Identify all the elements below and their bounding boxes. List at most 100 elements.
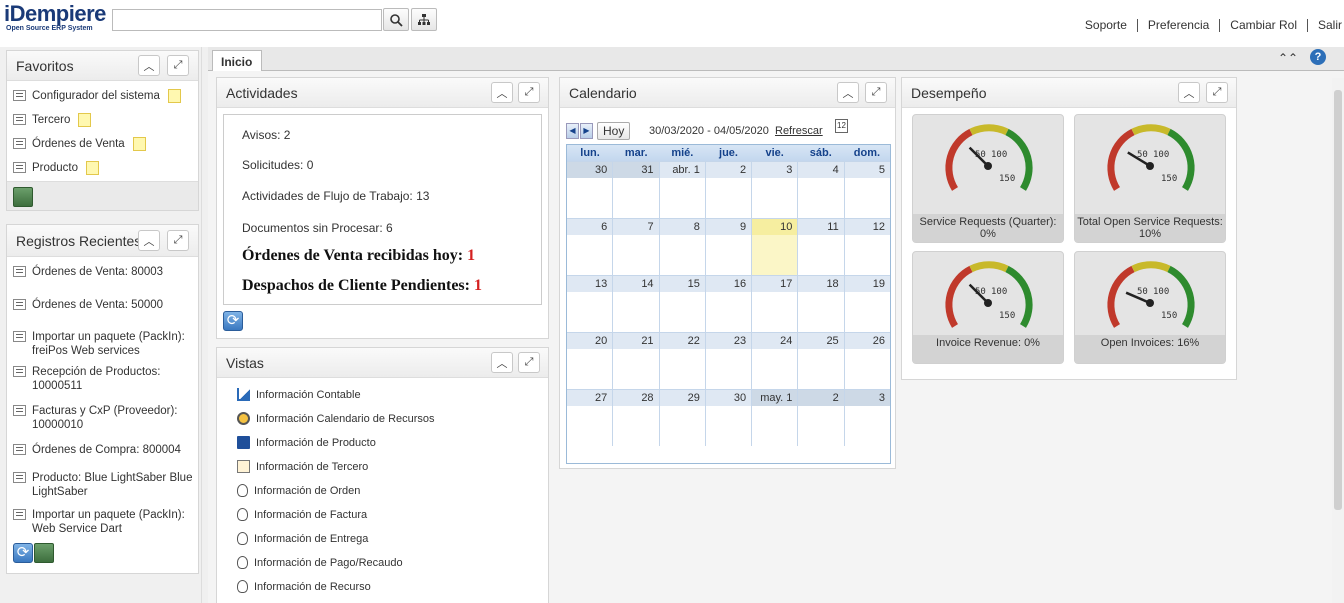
calendar-day-cell[interactable]: 12 (843, 219, 890, 275)
calendar-day-cell[interactable]: may. 1 (751, 390, 798, 446)
idempiere-logo[interactable]: iDempiere Open Source ERP System (4, 3, 106, 33)
calendar-day-cell[interactable]: 19 (843, 276, 890, 332)
favorites-maximize-button[interactable]: ⤢ (167, 55, 189, 76)
recent-item[interactable]: Órdenes de Compra: 800004 (13, 439, 195, 465)
view-shipment-info[interactable]: Información de Entrega (237, 532, 368, 545)
sitemap-button[interactable] (411, 8, 437, 31)
refresh-icon[interactable]: ⟳ (223, 311, 243, 331)
link-preferencia[interactable]: Preferencia (1136, 19, 1219, 32)
performance-gauge[interactable]: 50 100 150 Invoice Revenue: 0% (912, 251, 1064, 364)
view-resource-calendar-info[interactable]: Información Calendario de Recursos (237, 412, 435, 425)
calendar-day-cell[interactable]: 11 (797, 219, 844, 275)
link-soporte[interactable]: Soporte (1075, 19, 1137, 32)
calendar-day-cell[interactable]: 30 (567, 162, 613, 218)
performance-collapse-button[interactable]: ︿ (1178, 82, 1200, 103)
collapse-all-icon[interactable]: ⌃⌃ (1278, 51, 1298, 65)
calendar-day-cell[interactable]: 25 (797, 333, 844, 389)
calendar-day-cell[interactable]: abr. 1 (658, 162, 705, 218)
views-collapse-button[interactable]: ︿ (491, 352, 513, 373)
calendar-day-cell[interactable]: 18 (797, 276, 844, 332)
recent-item[interactable]: Órdenes de Venta: 50000 (13, 298, 195, 322)
trash-icon[interactable] (13, 187, 33, 207)
calendar-day-cell[interactable]: 26 (843, 333, 890, 389)
calendar-day-cell[interactable]: 3 (843, 390, 890, 446)
workflow-link[interactable]: Actividades de Flujo de Trabajo: 13 (242, 189, 429, 203)
calendar-day-cell[interactable]: 29 (658, 390, 705, 446)
calendar-day-cell[interactable]: 27 (567, 390, 613, 446)
calendar-day-cell[interactable]: 4 (797, 162, 844, 218)
calendar-day-cell[interactable]: 7 (612, 219, 659, 275)
calendar-next-button[interactable]: ▶ (580, 123, 593, 139)
calendar-day-cell[interactable]: 22 (658, 333, 705, 389)
link-cambiar-rol[interactable]: Cambiar Rol (1219, 19, 1307, 32)
view-product-info[interactable]: Información de Producto (237, 436, 376, 449)
activities-maximize-button[interactable]: ⤢ (518, 82, 540, 103)
performance-maximize-button[interactable]: ⤢ (1206, 82, 1228, 103)
calendar-day-cell[interactable]: 21 (612, 333, 659, 389)
calendar-day-cell[interactable]: 23 (704, 333, 752, 389)
view-invoice-info[interactable]: Información de Factura (237, 508, 367, 521)
calendar-day-cell[interactable]: 9 (704, 219, 752, 275)
calendar-day-cell[interactable]: 31 (612, 162, 659, 218)
avisos-link[interactable]: Avisos: 2 (242, 128, 290, 142)
performance-gauge[interactable]: 50 100 150 Open Invoices: 16% (1074, 251, 1226, 364)
solicitudes-link[interactable]: Solicitudes: 0 (242, 158, 313, 172)
favorite-item[interactable]: Órdenes de Venta (13, 137, 181, 161)
calendar-day-cell[interactable]: 2 (797, 390, 844, 446)
calendar-refresh-link[interactable]: Refrescar (775, 125, 823, 137)
calendar-icon[interactable]: 12 (835, 119, 848, 133)
calendar-day-cell[interactable]: 5 (843, 162, 890, 218)
view-payment-info[interactable]: Información de Pago/Recaudo (237, 556, 403, 569)
calendar-today-button[interactable]: Hoy (597, 122, 631, 140)
recent-item[interactable]: Facturas y CxP (Proveedor): 10000010 (13, 400, 195, 439)
favorite-item[interactable]: Configurador del sistema (13, 89, 181, 113)
performance-gauge[interactable]: 50 100 150 Total Open Service Requests: 10% (1074, 114, 1226, 243)
calendar-day-cell[interactable]: 3 (751, 162, 798, 218)
calendar-day-cell[interactable]: 13 (567, 276, 613, 332)
recent-item[interactable]: Importar un paquete (PackIn): Web Servic… (13, 504, 195, 543)
recent-item[interactable]: Órdenes de Venta: 80003 (13, 265, 195, 298)
calendar-prev-button[interactable]: ◀ (566, 123, 579, 139)
tab-inicio[interactable]: Inicio (212, 50, 262, 72)
view-accounting-info[interactable]: Información Contable (237, 388, 361, 401)
calendar-day-cell[interactable]: 17 (751, 276, 798, 332)
view-resource-info[interactable]: Información de Recurso (237, 580, 371, 593)
calendar-day-cell[interactable]: 10 (751, 219, 798, 275)
recent-item[interactable]: Importar un paquete (PackIn): freiPos We… (13, 322, 195, 361)
recent-item[interactable]: Producto: Blue LightSaber Blue LightSabe… (13, 465, 195, 504)
view-partner-info[interactable]: Información de Tercero (237, 460, 368, 473)
recent-item[interactable]: Recepción de Productos: 10000511 (13, 361, 195, 400)
calendar-day-cell[interactable]: 30 (704, 390, 752, 446)
calendar-day-cell[interactable]: 20 (567, 333, 613, 389)
main-scrollbar[interactable] (1332, 78, 1344, 603)
view-order-info[interactable]: Información de Orden (237, 484, 360, 497)
performance-gauge[interactable]: 50 100 150 Service Requests (Quarter): 0% (912, 114, 1064, 243)
recent-collapse-button[interactable]: ︿ (138, 230, 160, 251)
recent-maximize-button[interactable]: ⤢ (167, 230, 189, 251)
calendar-maximize-button[interactable]: ⤢ (865, 82, 887, 103)
calendar-day-cell[interactable]: 28 (612, 390, 659, 446)
refresh-icon[interactable]: ⟳ (13, 543, 33, 563)
activities-collapse-button[interactable]: ︿ (491, 82, 513, 103)
calendar-day-cell[interactable]: 16 (704, 276, 752, 332)
favorite-item[interactable]: Tercero (13, 113, 181, 137)
trash-icon[interactable] (34, 543, 54, 563)
favorites-collapse-button[interactable]: ︿ (138, 55, 160, 76)
scrollbar-thumb[interactable] (1334, 90, 1342, 510)
calendar-collapse-button[interactable]: ︿ (837, 82, 859, 103)
global-search-input[interactable] (112, 9, 382, 31)
help-icon[interactable]: ? (1310, 49, 1326, 65)
link-salir[interactable]: Salir (1306, 19, 1344, 32)
views-maximize-button[interactable]: ⤢ (518, 352, 540, 373)
sales-orders-today[interactable]: Órdenes de Venta recibidas hoy: 1 (242, 247, 475, 265)
unprocessed-docs-link[interactable]: Documentos sin Procesar: 6 (242, 221, 393, 235)
calendar-day-cell[interactable]: 14 (612, 276, 659, 332)
calendar-day-cell[interactable]: 2 (704, 162, 752, 218)
calendar-day-cell[interactable]: 24 (751, 333, 798, 389)
sidebar-splitter[interactable] (201, 47, 208, 603)
search-button[interactable] (383, 8, 409, 31)
calendar-day-cell[interactable]: 15 (658, 276, 705, 332)
calendar-day-cell[interactable]: 8 (658, 219, 705, 275)
pending-shipments[interactable]: Despachos de Cliente Pendientes: 1 (242, 277, 482, 295)
calendar-day-cell[interactable]: 6 (567, 219, 613, 275)
